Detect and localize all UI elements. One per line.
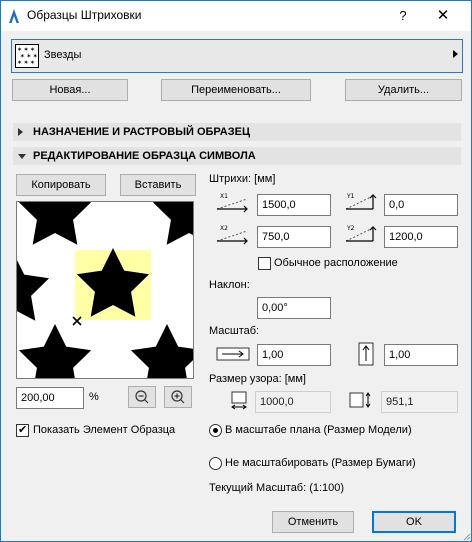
no-scale-label: Не масштабировать (Размер Бумаги) — [225, 457, 416, 469]
y2-offset-icon: Y2 — [345, 225, 377, 242]
width-icon — [231, 391, 247, 410]
title-bar[interactable]: Образцы Штриховки ? ✕ — [1, 1, 471, 31]
copy-button[interactable]: Копировать — [16, 174, 106, 196]
window-title: Образцы Штриховки — [27, 8, 142, 22]
section-assignment-title: НАЗНАЧЕНИЕ И РАСТРОВЫЙ ОБРАЗЕЦ — [33, 126, 250, 138]
hatch-patterns-dialog: Образцы Штриховки ? ✕ ✶ ✶ ✶ ✶ ✶ ✶ ✶ ✶ ✶ Звезды… — [0, 0, 472, 542]
pattern-height-field: 951,1 — [381, 391, 458, 413]
slope-input[interactable]: 0,00° — [257, 297, 331, 319]
pattern-name: Звезды — [44, 49, 82, 61]
svg-text:✶: ✶ — [17, 58, 22, 66]
show-element-checkbox[interactable]: ✔ — [16, 424, 29, 437]
paste-button[interactable]: Вставить — [120, 174, 196, 196]
help-button[interactable]: ? — [393, 5, 413, 27]
no-scale-radio[interactable] — [209, 457, 222, 470]
x2-offset-icon: X2 — [216, 225, 248, 245]
svg-text:X1: X1 — [220, 193, 228, 200]
y1-input[interactable]: 0,0 — [384, 194, 458, 216]
pattern-width-field: 1000,0 — [255, 391, 331, 413]
hatch-heading: Штрихи: [мм] — [209, 173, 276, 185]
rename-button[interactable]: Переименовать... — [161, 79, 311, 101]
zoom-in-icon — [171, 390, 185, 404]
chevron-right-icon — [453, 50, 458, 58]
checkmark-icon: ✔ — [18, 424, 28, 436]
pattern-size-label: Размер узора: [мм] — [209, 373, 306, 385]
scale-x-input[interactable]: 1,00 — [257, 344, 331, 366]
section-assignment[interactable]: НАЗНАЧЕНИЕ И РАСТРОВЫЙ ОБРАЗЕЦ — [13, 123, 461, 141]
zoom-out-button[interactable] — [128, 386, 156, 408]
x2-input[interactable]: 750,0 — [257, 226, 331, 248]
close-button[interactable]: ✕ — [431, 5, 455, 27]
new-button[interactable]: Новая... — [12, 79, 128, 101]
resize-grip-icon[interactable] — [461, 531, 471, 541]
zoom-out-icon — [135, 390, 149, 404]
section-editing-title: РЕДАКТИРОВАНИЕ ОБРАЗЦА СИМВОЛА — [33, 150, 256, 162]
radio-selected-dot — [213, 428, 218, 433]
svg-text:✶: ✶ — [30, 58, 35, 66]
delete-button[interactable]: Удалить... — [345, 79, 462, 101]
collapse-icon — [18, 154, 26, 159]
normal-placement-label: Обычное расположение — [274, 257, 398, 269]
slope-label: Наклон: — [209, 279, 250, 291]
zoom-input[interactable]: 200,00 — [16, 387, 84, 409]
pattern-preview[interactable] — [16, 201, 194, 379]
pattern-selector[interactable]: ✶ ✶ ✶ ✶ ✶ ✶ ✶ ✶ ✶ Звезды — [11, 39, 463, 73]
normal-placement-checkbox[interactable] — [258, 257, 271, 270]
cancel-button[interactable]: Отменить — [272, 511, 354, 533]
svg-text:X2: X2 — [220, 225, 228, 232]
svg-text:Y2: Y2 — [346, 225, 355, 232]
ok-button[interactable]: OK — [372, 511, 456, 533]
height-icon — [349, 392, 371, 408]
scale-x-icon — [216, 347, 250, 361]
current-scale-text: Текущий Масштаб: (1:100) — [209, 482, 345, 494]
section-editing[interactable]: РЕДАКТИРОВАНИЕ ОБРАЗЦА СИМВОЛА — [13, 147, 461, 165]
scale-y-input[interactable]: 1,00 — [384, 344, 458, 366]
zoom-unit: % — [89, 391, 99, 403]
x1-input[interactable]: 1500,0 — [257, 194, 331, 216]
star-pattern-image — [17, 202, 193, 378]
x1-offset-icon: X1 — [216, 193, 248, 213]
y1-offset-icon: Y1 — [345, 193, 377, 210]
scale-label: Масштаб: — [209, 325, 260, 337]
scale-y-icon — [358, 342, 374, 366]
y2-input[interactable]: 1200,0 — [384, 226, 458, 248]
pattern-swatch-icon: ✶ ✶ ✶ ✶ ✶ ✶ ✶ ✶ ✶ — [15, 44, 39, 68]
archicad-icon — [9, 9, 19, 23]
plan-scale-radio[interactable] — [209, 424, 222, 437]
plan-scale-label: В масштабе плана (Размер Модели) — [225, 424, 412, 436]
svg-text:Y1: Y1 — [346, 193, 355, 200]
expand-icon — [18, 128, 23, 136]
svg-text:✶: ✶ — [23, 58, 28, 66]
zoom-in-button[interactable] — [164, 386, 192, 408]
show-element-label: Показать Элемент Образца — [33, 424, 176, 436]
